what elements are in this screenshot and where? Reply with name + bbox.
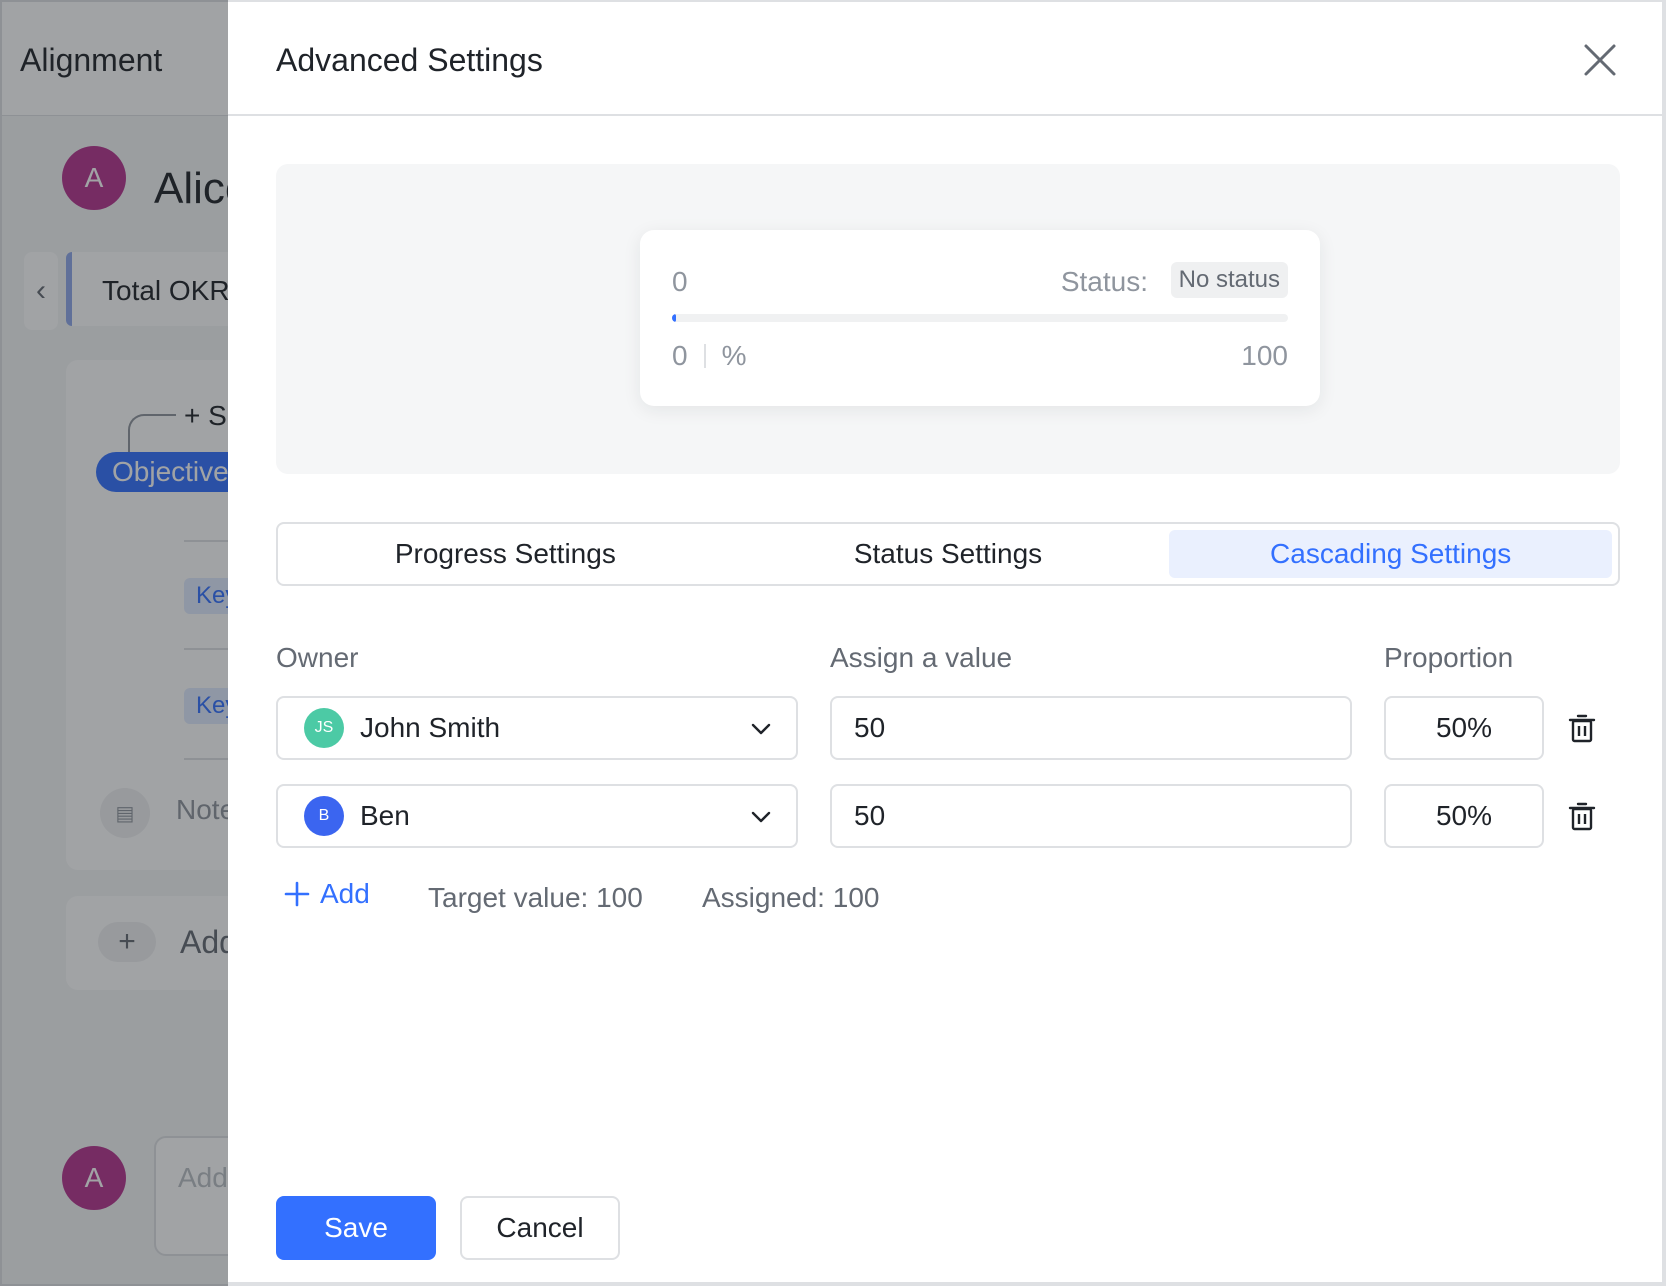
assign-value-input[interactable] [830, 784, 1352, 848]
owner-avatar: B [304, 796, 344, 836]
drawer-title: Advanced Settings [276, 42, 543, 78]
close-button[interactable] [1578, 38, 1622, 82]
tab-progress-settings[interactable]: Progress Settings [284, 530, 727, 578]
separator [703, 344, 706, 368]
status-label: Status: [1060, 266, 1148, 297]
owner-select[interactable]: B Ben [276, 784, 798, 848]
owner-select[interactable]: JS John Smith [276, 696, 798, 760]
tab-status-settings[interactable]: Status Settings [727, 530, 1170, 578]
progress-track [672, 314, 1288, 322]
owner-name: John Smith [360, 712, 501, 743]
proportion-input[interactable] [1384, 784, 1544, 848]
current-value: 0 [672, 266, 688, 297]
proportion-input[interactable] [1384, 696, 1544, 760]
min-value: 0% [672, 340, 747, 371]
assign-value-input[interactable] [830, 696, 1352, 760]
max-value: 100 [1241, 340, 1288, 371]
value-column-label: Assign a value [830, 642, 1013, 673]
cancel-button[interactable]: Cancel [460, 1196, 620, 1260]
trash-icon[interactable] [1566, 712, 1598, 744]
overlay-mask[interactable] [0, 0, 228, 1286]
drawer-header: Advanced Settings [228, 2, 1662, 116]
owner-avatar: JS [304, 708, 344, 748]
preview-card: 0 Status: No status 0% 100 [640, 230, 1320, 406]
save-button[interactable]: Save [276, 1196, 436, 1260]
progress-preview: 0 Status: No status 0% 100 [276, 164, 1620, 474]
close-icon [1584, 44, 1616, 76]
chevron-down-icon [751, 811, 771, 823]
add-owner-label: Add [320, 878, 370, 909]
status-badge: No status [1170, 262, 1288, 298]
owner-name: Ben [360, 800, 410, 831]
add-owner-button[interactable]: Add [284, 878, 370, 910]
unit-label: % [721, 340, 747, 371]
table-row: JS John Smith [276, 696, 1620, 760]
progress-fill [672, 314, 676, 322]
plus-icon [284, 881, 310, 907]
assigned-value-text: Assigned: 100 [702, 882, 880, 913]
trash-icon[interactable] [1566, 800, 1598, 832]
proportion-column-label: Proportion [1384, 642, 1514, 673]
advanced-settings-drawer: Advanced Settings 0 Status: No status 0%… [228, 2, 1664, 1284]
chevron-down-icon [751, 723, 771, 735]
table-row: B Ben [276, 784, 1620, 848]
tab-cascading-settings[interactable]: Cascading Settings [1169, 530, 1613, 578]
settings-tabs: Progress Settings Status Settings Cascad… [276, 522, 1620, 586]
owner-column-label: Owner [276, 642, 359, 673]
target-value-text: Target value: 100 [428, 882, 643, 913]
